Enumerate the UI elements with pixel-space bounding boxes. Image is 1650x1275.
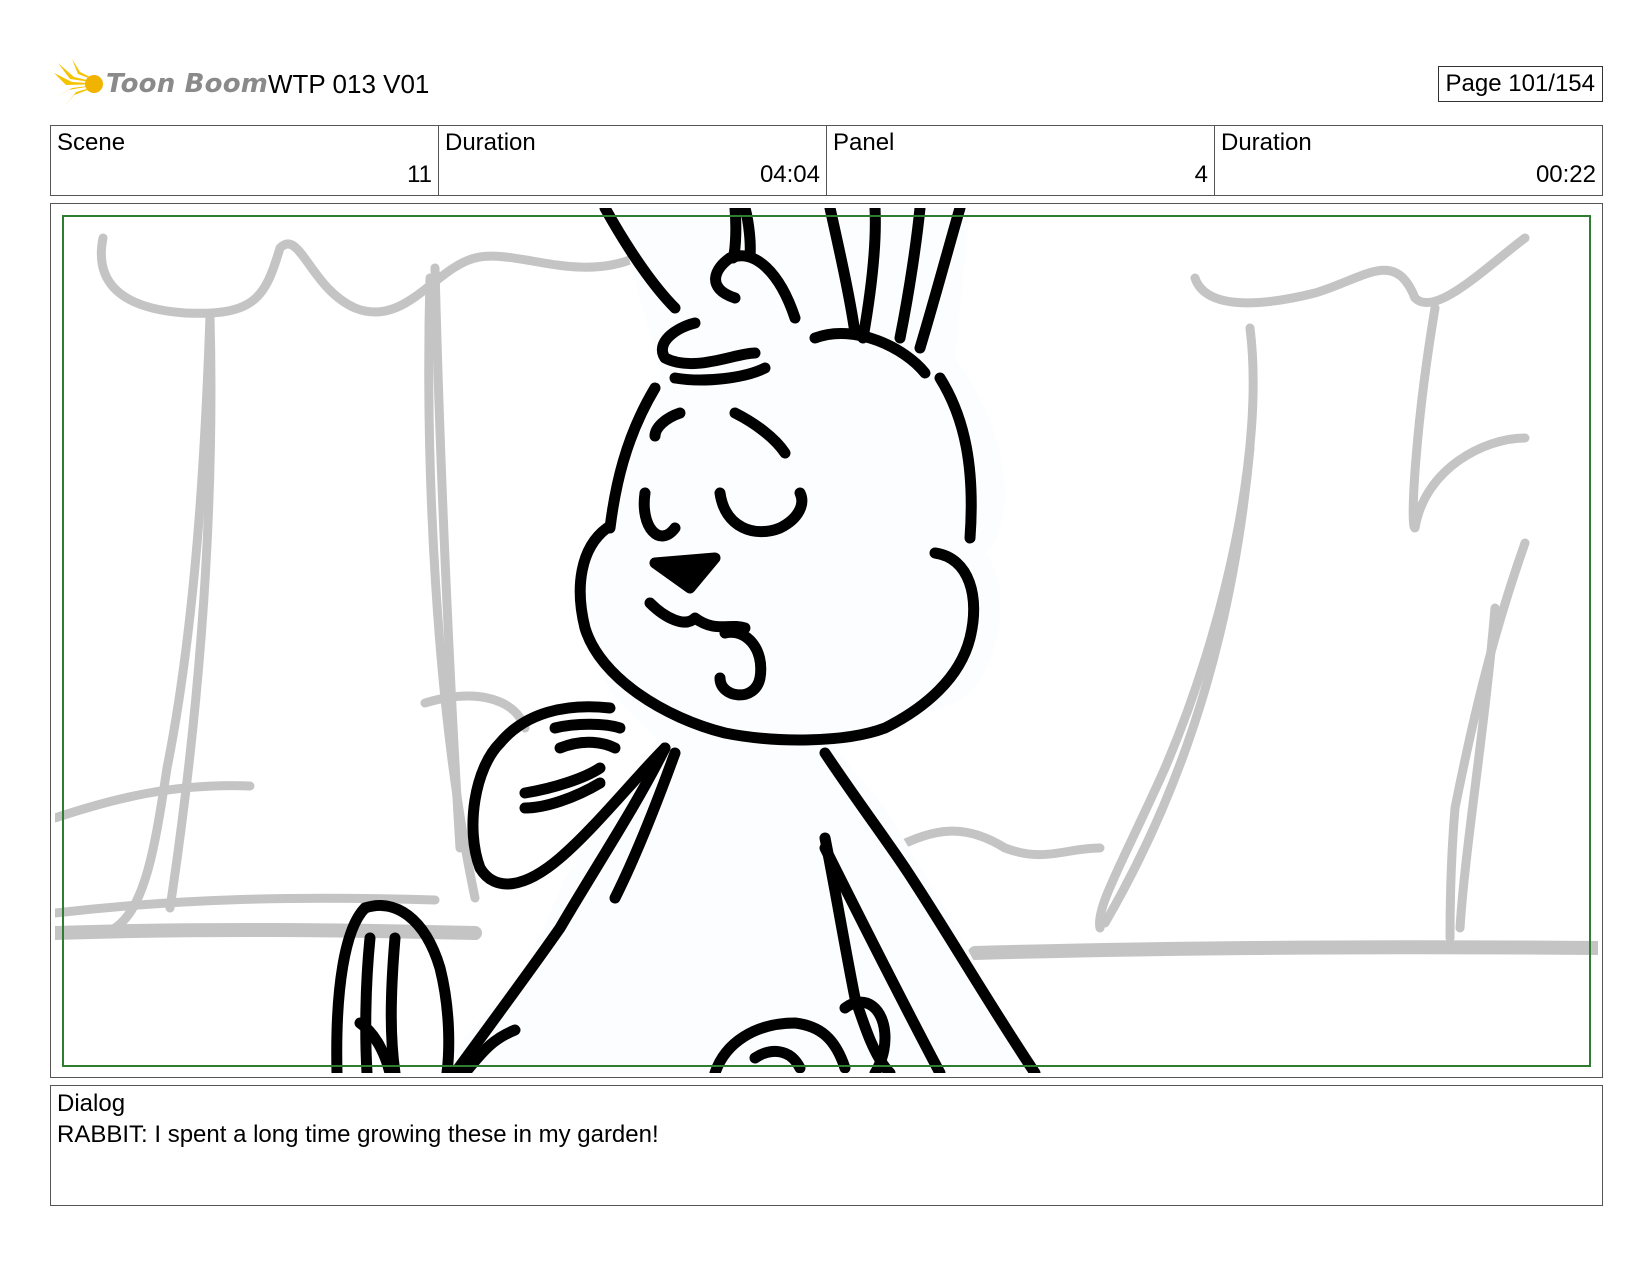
dialog-text: RABBIT: I spent a long time growing thes… xyxy=(57,1121,659,1148)
panel-label: Panel xyxy=(833,129,895,156)
scene-duration-cell: Duration 04:04 xyxy=(439,126,827,195)
page-header: Toon Boom WTP 013 V01 Page 101/154 xyxy=(50,55,1603,115)
panel-cell: Panel 4 xyxy=(827,126,1215,195)
scene-duration-value: 04:04 xyxy=(759,161,820,188)
storyboard-panel xyxy=(50,203,1603,1078)
scene-info-bar: Scene 11 Duration 04:04 Panel 4 Duration… xyxy=(50,125,1603,196)
scene-duration-label: Duration xyxy=(445,129,536,156)
panel-duration-value: 00:22 xyxy=(1535,161,1596,188)
project-title: WTP 013 V01 xyxy=(268,69,430,99)
page-number: Page 101/154 xyxy=(1437,66,1603,102)
panel-duration-cell: Duration 00:22 xyxy=(1215,126,1602,195)
toon-boom-burst-icon xyxy=(54,59,104,107)
panel-duration-label: Duration xyxy=(1221,129,1312,156)
rabbit-character xyxy=(435,208,1035,1073)
scene-label: Scene xyxy=(57,129,126,156)
scene-value: 11 xyxy=(407,161,432,188)
dialog-label: Dialog xyxy=(57,1090,126,1117)
scene-cell: Scene 11 xyxy=(51,126,439,195)
toon-boom-logo: Toon Boom xyxy=(54,57,268,111)
dialog-box: Dialog RABBIT: I spent a long time growi… xyxy=(50,1085,1603,1206)
panel-value: 4 xyxy=(1194,161,1208,188)
logo-text: Toon Boom xyxy=(106,69,269,99)
panel-drawing xyxy=(55,208,1598,1073)
